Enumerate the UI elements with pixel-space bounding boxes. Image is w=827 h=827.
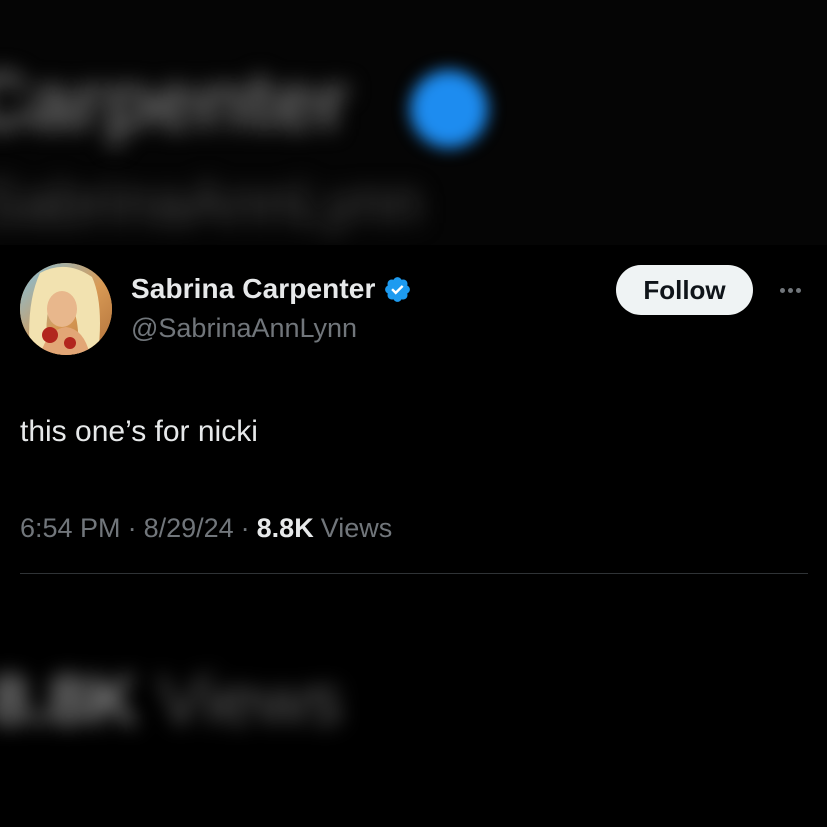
verified-badge-icon[interactable] — [383, 275, 412, 304]
author-handle[interactable]: @SabrinaAnnLynn — [131, 313, 357, 344]
more-options-icon[interactable] — [770, 275, 810, 305]
more-dot — [795, 287, 801, 293]
more-dot — [787, 287, 793, 293]
author-display-name[interactable]: Sabrina Carpenter — [131, 273, 375, 305]
avatar-image — [20, 263, 112, 355]
views-label: Views — [320, 513, 393, 543]
tweet-card: Sabrina Carpenter @SabrinaAnnLynn Follow… — [0, 245, 827, 635]
author-name-row: Sabrina Carpenter — [131, 273, 412, 305]
blurred-background-top: Carpenter SabrinaAnnLynn — [0, 0, 827, 245]
follow-button[interactable]: Follow — [616, 265, 753, 315]
tweet-metadata: 6:54 PM · 8/29/24 · 8.8K Views — [20, 513, 392, 544]
screenshot-stage: Carpenter SabrinaAnnLynn Sabrina Carpent… — [0, 0, 827, 827]
blurred-views-count: 8.8K — [0, 661, 138, 739]
tweet-time[interactable]: 6:54 PM — [20, 513, 121, 544]
meta-separator: · — [240, 513, 250, 543]
avatar[interactable] — [20, 263, 112, 355]
tweet-date[interactable]: 8/29/24 — [144, 513, 234, 544]
divider — [20, 573, 808, 574]
blurred-verified-icon — [410, 70, 488, 148]
meta-separator: · — [127, 513, 137, 543]
views-count: 8.8K — [256, 513, 314, 543]
blurred-views-row: 8.8K Views — [0, 660, 343, 740]
more-dot — [779, 287, 785, 293]
blurred-views-label: Views — [157, 661, 343, 739]
blurred-handle: SabrinaAnnLynn — [0, 169, 422, 236]
tweet-text: this one’s for nicki — [20, 415, 258, 448]
blurred-display-name: Carpenter — [0, 56, 349, 147]
